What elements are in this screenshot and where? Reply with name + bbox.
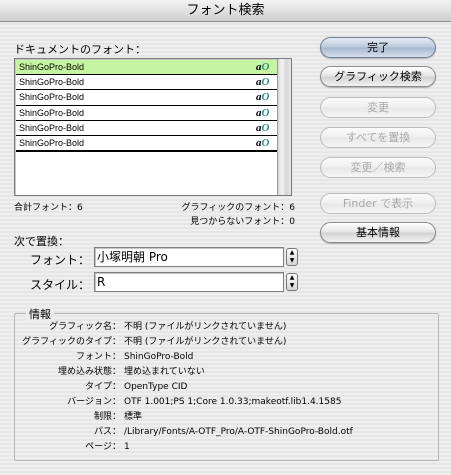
change-button[interactable]: 変更: [320, 97, 436, 118]
list-item[interactable]: ShinGoPro-Bold aO: [16, 121, 278, 136]
font-list[interactable]: ShinGoPro-Bold aO ShinGoPro-Bold aO Shin…: [14, 58, 292, 196]
font-name: ShinGoPro-Bold: [19, 62, 85, 72]
info-row-type: タイプ： OpenType CID: [0, 380, 451, 394]
replace-with-label: 次で置換：: [14, 235, 69, 248]
list-item[interactable]: ShinGoPro-Bold aO: [16, 106, 278, 121]
chevron-down-icon: ▼: [289, 282, 295, 289]
opentype-font-icon: aO: [256, 61, 270, 73]
change-all-button[interactable]: すべてを置換: [320, 127, 436, 148]
font-list-scrollbar[interactable]: [277, 59, 291, 195]
info-key: 制限：: [93, 412, 121, 422]
font-style-stepper[interactable]: ▲ ▼: [286, 273, 298, 291]
list-item[interactable]: ShinGoPro-Bold aO: [16, 90, 278, 106]
more-info-button[interactable]: 基本情報: [320, 222, 436, 243]
document-fonts-label: ドキュメントのフォント：: [14, 43, 146, 56]
opentype-font-icon: aO: [256, 91, 270, 104]
font-name: ShinGoPro-Bold: [19, 137, 85, 148]
style-label: スタイル：: [30, 278, 91, 292]
info-value: 不明 (ファイルがリンクされていません): [124, 337, 287, 347]
info-value: 標準: [124, 412, 143, 422]
font-list-rows: ShinGoPro-Bold aO ShinGoPro-Bold aO Shin…: [16, 60, 278, 152]
info-row-page: ページ： 1: [0, 440, 451, 454]
change-find-button[interactable]: 変更／検索: [320, 157, 436, 178]
font-name: ShinGoPro-Bold: [19, 77, 85, 88]
opentype-font-icon: aO: [256, 136, 270, 149]
info-row-graphic-type: グラフィックのタイプ： 不明 (ファイルがリンクされていません): [0, 335, 451, 349]
info-key: タイプ：: [84, 382, 121, 392]
info-key: 埋め込み状態：: [57, 367, 121, 377]
done-button[interactable]: 完了: [320, 37, 436, 58]
info-row-version: バージョン： OTF 1.001;PS 1;Core 1.0.33;makeot…: [0, 395, 451, 409]
chevron-down-icon: ▼: [289, 257, 295, 264]
info-row-graphic-name: グラフィック名： 不明 (ファイルがリンクされていません): [0, 320, 451, 334]
opentype-font-icon: aO: [256, 76, 270, 89]
info-row-embedding: 埋め込み状態： 埋め込まれていない: [0, 365, 451, 379]
font-name: ShinGoPro-Bold: [19, 122, 85, 133]
info-value: 埋め込まれていない: [124, 367, 205, 377]
info-key: ページ：: [85, 442, 121, 452]
info-value: OpenType CID: [124, 382, 188, 392]
info-value: 不明 (ファイルがリンクされていません): [124, 322, 287, 332]
info-row-path: パス： /Library/Fonts/A-OTF_Pro/A-OTF-ShinG…: [0, 425, 451, 439]
opentype-font-icon: aO: [256, 121, 270, 134]
info-key: フォント：: [75, 352, 121, 362]
chevron-up-icon: ▲: [289, 274, 295, 281]
font-family-stepper[interactable]: ▲ ▼: [286, 248, 298, 266]
font-name: ShinGoPro-Bold: [19, 92, 85, 103]
info-key: バージョン：: [67, 397, 121, 407]
opentype-font-icon: aO: [256, 106, 270, 119]
info-value: OTF 1.001;PS 1;Core 1.0.33;makeotf.lib1.…: [124, 397, 342, 407]
font-name: ShinGoPro-Bold: [19, 107, 85, 118]
graphic-fonts-count: グラフィックのフォント：6: [181, 203, 295, 213]
chevron-up-icon: ▲: [289, 249, 295, 256]
list-item[interactable]: ShinGoPro-Bold aO: [16, 60, 278, 76]
find-graphic-button[interactable]: グラフィック検索: [320, 66, 436, 87]
list-item[interactable]: ShinGoPro-Bold aO: [16, 136, 278, 152]
font-family-field[interactable]: 小塚明朝 Pro: [94, 247, 284, 267]
info-value: /Library/Fonts/A-OTF_Pro/A-OTF-ShinGoPro…: [124, 427, 353, 437]
info-value: 1: [124, 442, 130, 452]
info-key: グラフィックのタイプ：: [22, 337, 121, 347]
info-row-font: フォント： ShinGoPro-Bold: [0, 350, 451, 364]
font-label: フォント：: [30, 253, 91, 267]
font-style-field[interactable]: R: [94, 272, 284, 292]
missing-fonts-count: 見つからないフォント：0: [190, 217, 295, 227]
window-title: フォント検索: [0, 0, 451, 22]
list-item[interactable]: ShinGoPro-Bold aO: [16, 75, 278, 91]
info-key: パス：: [93, 427, 121, 437]
info-key: グラフィック名：: [49, 322, 121, 332]
info-row-restriction: 制限： 標準: [0, 410, 451, 424]
info-value: ShinGoPro-Bold: [124, 352, 194, 362]
total-fonts-count: 合計フォント：6: [14, 203, 83, 213]
reveal-in-finder-button[interactable]: Finder で表示: [320, 193, 436, 214]
